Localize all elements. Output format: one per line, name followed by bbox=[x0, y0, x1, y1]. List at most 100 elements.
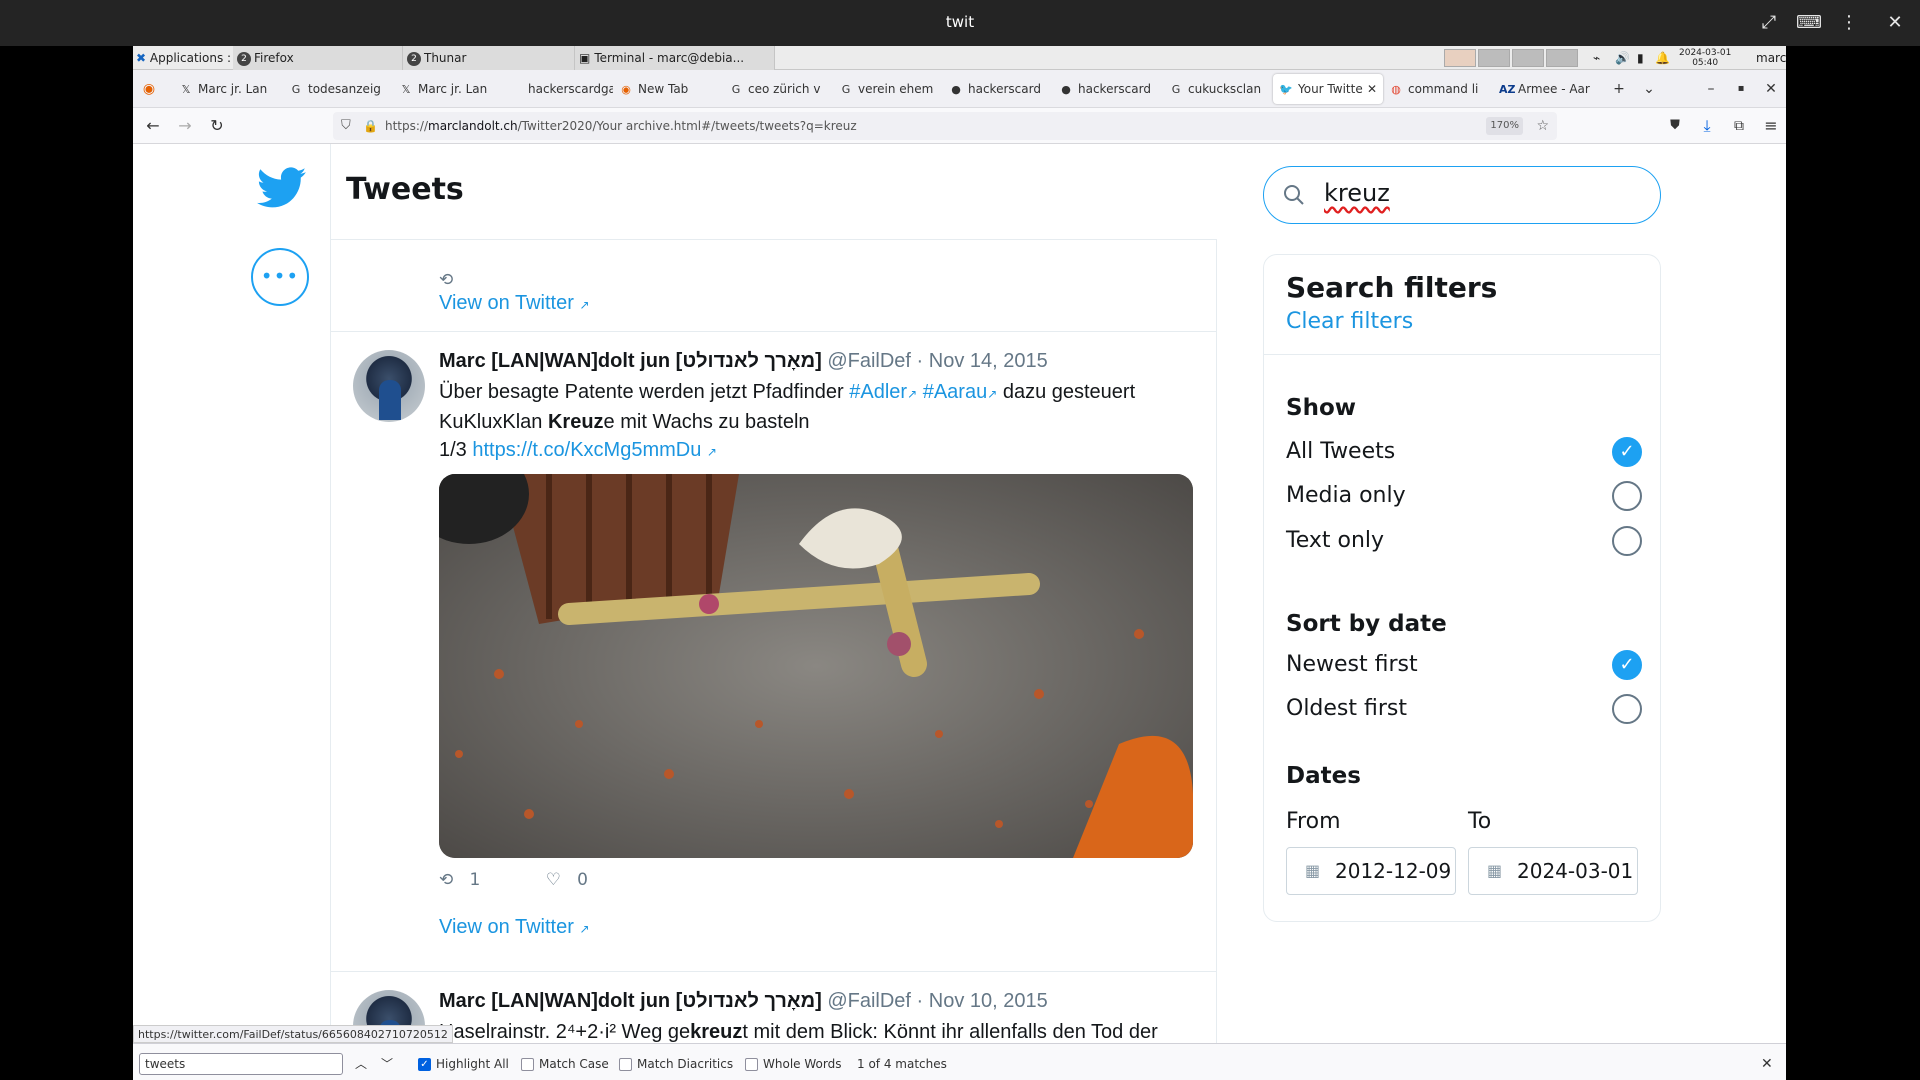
workspace-4[interactable] bbox=[1546, 49, 1578, 67]
retweet-count: 1 bbox=[469, 870, 481, 890]
tracking-shield-icon[interactable]: ⛉ bbox=[341, 112, 351, 140]
like-heart-icon[interactable]: ♡ bbox=[546, 870, 561, 890]
filter-media-only[interactable]: Media only bbox=[1286, 481, 1642, 511]
match-case-checkbox[interactable]: Match Case bbox=[521, 1053, 609, 1075]
applications-menu[interactable]: ✖ Applications : bbox=[136, 46, 236, 70]
keyboard-icon[interactable]: ⌨ bbox=[1796, 10, 1822, 36]
tweet-feed: Tweets ⟲ View on Twitter ↗ Marc [LAN|WAN… bbox=[331, 144, 1217, 1043]
close-tab-icon[interactable]: ✕ bbox=[1367, 74, 1377, 104]
whole-words-checkbox[interactable]: Whole Words bbox=[745, 1053, 841, 1075]
list-tabs-icon[interactable]: ⌄ bbox=[1637, 74, 1661, 104]
sort-newest-first[interactable]: Newest first ✓ bbox=[1286, 650, 1642, 680]
tab[interactable]: Gverein ehem bbox=[833, 74, 943, 104]
date-to-field[interactable]: ▦ 2024-03-01 bbox=[1468, 847, 1638, 895]
taskbar-thunar[interactable]: 2 Thunar bbox=[403, 46, 575, 70]
tab-label: cukucksclan bbox=[1188, 82, 1262, 96]
view-on-twitter-link[interactable]: View on Twitter ↗ bbox=[439, 292, 590, 315]
hashtag-link[interactable]: #Aarau↗ bbox=[923, 381, 998, 403]
highlight-all-checkbox[interactable]: ✓ Highlight All bbox=[418, 1053, 509, 1075]
battery-icon[interactable]: ▮ bbox=[1637, 46, 1644, 70]
tab[interactable]: ◉ New Tab bbox=[613, 74, 723, 104]
find-next-icon[interactable]: ﹀ bbox=[381, 1053, 393, 1075]
clock[interactable]: 2024-03-01 05:40 bbox=[1679, 46, 1731, 70]
tweet-date: · Nov 14, 2015 bbox=[916, 350, 1048, 372]
tab[interactable]: Gtodesanzeig bbox=[283, 74, 393, 104]
maximize-icon[interactable]: ▪ bbox=[1729, 74, 1753, 104]
tab[interactable]: 𝕏 Marc jr. Lan bbox=[393, 74, 503, 104]
firefox-view-icon[interactable]: ◉ bbox=[137, 74, 161, 104]
avatar[interactable] bbox=[353, 350, 425, 422]
tab[interactable]: ● hackerscard bbox=[1053, 74, 1163, 104]
volume-icon[interactable]: 🔊 bbox=[1615, 46, 1630, 70]
tab-label: Armee - Aar bbox=[1518, 82, 1590, 96]
notification-bell-icon[interactable]: 🔔 bbox=[1655, 46, 1670, 70]
close-browser-icon[interactable]: ✕ bbox=[1759, 74, 1783, 104]
tab[interactable]: Gcukucksclan bbox=[1163, 74, 1273, 104]
hashtag-link[interactable]: #Adler↗ bbox=[849, 381, 917, 403]
tab[interactable]: Gceo zürich v bbox=[723, 74, 833, 104]
extensions-icon[interactable]: ⧉ bbox=[1727, 114, 1751, 138]
link-label: View on Twitter bbox=[439, 292, 574, 314]
downloads-icon[interactable]: ⤓ bbox=[1695, 114, 1719, 138]
tab[interactable]: 𝕏 Marc jr. Lan bbox=[173, 74, 283, 104]
date-from-field[interactable]: ▦ 2012-12-09 bbox=[1286, 847, 1456, 895]
radio-button[interactable] bbox=[1612, 481, 1642, 511]
task-label: Thunar bbox=[424, 51, 467, 65]
tweet: Marc [LAN|WAN]dolt jun [מאָרך לאנדולט] @… bbox=[331, 972, 1217, 1043]
filter-all-tweets[interactable]: All Tweets ✓ bbox=[1286, 437, 1642, 467]
checked-radio-icon[interactable]: ✓ bbox=[1612, 437, 1642, 467]
close-find-bar-icon[interactable]: ✕ bbox=[1761, 1053, 1773, 1075]
bookmark-star-icon[interactable]: ☆ bbox=[1536, 112, 1549, 140]
like-count: 0 bbox=[577, 870, 588, 890]
checked-radio-icon[interactable]: ✓ bbox=[1612, 650, 1642, 680]
network-icon[interactable]: ⌁ bbox=[1593, 46, 1600, 70]
taskbar-firefox[interactable]: 2 Firefox bbox=[233, 46, 403, 70]
find-bar: tweets ︿ ﹀ ✓ Highlight All Match Case Mat… bbox=[133, 1043, 1786, 1080]
radio-button[interactable] bbox=[1612, 694, 1642, 724]
minimize-icon[interactable]: – bbox=[1699, 74, 1723, 104]
reload-icon[interactable]: ↻ bbox=[205, 114, 229, 138]
workspace-1[interactable] bbox=[1444, 49, 1476, 67]
twitter-logo-icon[interactable] bbox=[257, 166, 307, 210]
tab-active[interactable]: 🐦 Your Twitte ✕ bbox=[1273, 74, 1383, 104]
more-options-button[interactable]: ••• bbox=[251, 248, 309, 306]
workspace-3[interactable] bbox=[1512, 49, 1544, 67]
view-on-twitter-link[interactable]: View on Twitter ↗ bbox=[439, 916, 590, 939]
clear-filters-link[interactable]: Clear filters bbox=[1286, 309, 1413, 334]
dates-section-title: Dates bbox=[1286, 763, 1361, 789]
zoom-indicator[interactable]: 170% bbox=[1486, 117, 1523, 135]
checkbox-label: Match Case bbox=[539, 1057, 609, 1071]
menu-kebab-icon[interactable]: ⋮ bbox=[1836, 10, 1862, 36]
tweet-photo[interactable] bbox=[439, 474, 1193, 858]
close-window-icon[interactable]: ✕ bbox=[1882, 10, 1908, 36]
ddg-icon: ◍ bbox=[1391, 82, 1401, 96]
tab[interactable]: ● hackerscard bbox=[943, 74, 1053, 104]
workspace-2[interactable] bbox=[1478, 49, 1510, 67]
hamburger-menu-icon[interactable]: ≡ bbox=[1759, 114, 1783, 138]
tab[interactable]: ◍ command li bbox=[1383, 74, 1493, 104]
radio-button[interactable] bbox=[1612, 526, 1642, 556]
pocket-icon[interactable]: ⛊ bbox=[1663, 114, 1687, 138]
tab[interactable]: AZ Armee - Aar bbox=[1493, 74, 1603, 104]
tab-label: New Tab bbox=[638, 82, 689, 96]
retweet-icon[interactable]: ⟲ bbox=[439, 270, 453, 290]
filter-text-only[interactable]: Text only bbox=[1286, 526, 1642, 556]
match-diacritics-checkbox[interactable]: Match Diacritics bbox=[619, 1053, 733, 1075]
empty-checkbox-icon bbox=[619, 1058, 632, 1071]
search-input[interactable]: kreuz bbox=[1263, 166, 1661, 224]
sort-oldest-first[interactable]: Oldest first bbox=[1286, 694, 1642, 724]
fullscreen-icon[interactable]: ⤢ bbox=[1756, 10, 1782, 36]
forward-icon[interactable]: → bbox=[173, 114, 197, 138]
url-bar[interactable]: ⛉ 🔒 https://marclandolt.ch/Twitter2020/Y… bbox=[333, 112, 1557, 140]
find-previous-icon[interactable]: ︿ bbox=[355, 1053, 367, 1075]
tab-label: todesanzeig bbox=[308, 82, 381, 96]
tweet-url-link[interactable]: https://t.co/KxcMg5mmDu ↗ bbox=[472, 439, 717, 461]
lock-icon[interactable]: 🔒 bbox=[363, 112, 378, 140]
tab[interactable]: hackerscardga bbox=[503, 74, 613, 104]
retweet-icon[interactable]: ⟲ bbox=[439, 870, 453, 890]
back-icon[interactable]: ← bbox=[141, 114, 165, 138]
taskbar-terminal[interactable]: ▣ Terminal - marc@debia... bbox=[575, 46, 775, 70]
new-tab-icon[interactable]: + bbox=[1607, 74, 1631, 104]
user-menu[interactable]: marc bbox=[1756, 46, 1786, 70]
find-input[interactable]: tweets bbox=[139, 1053, 343, 1075]
